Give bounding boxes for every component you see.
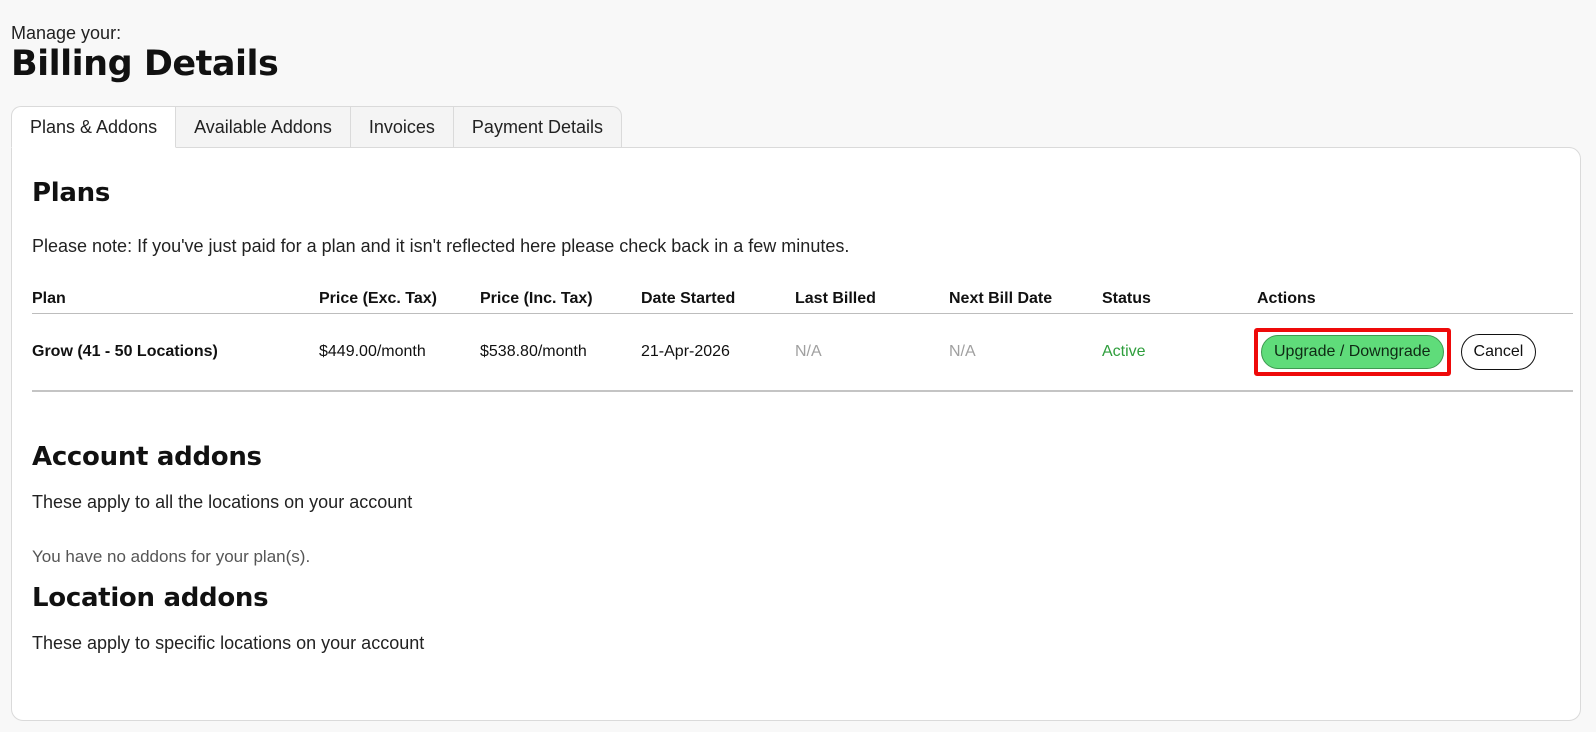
billing-tabs: Plans & Addons Available Addons Invoices… [11,106,622,148]
plans-table: Plan Price (Exc. Tax) Price (Inc. Tax) D… [32,288,1573,392]
plans-table-header: Plan Price (Exc. Tax) Price (Inc. Tax) D… [32,288,1573,314]
column-header-actions: Actions [1257,290,1316,307]
row-actions: Upgrade / Downgrade Cancel [1254,328,1537,376]
column-header-price-exc: Price (Exc. Tax) [319,290,437,307]
plan-name: Grow (41 - 50 Locations) [32,343,218,360]
table-row: Grow (41 - 50 Locations) $449.00/month $… [32,314,1573,392]
tab-invoices[interactable]: Invoices [350,106,454,148]
column-header-plan: Plan [32,290,66,307]
account-addons-empty-message: You have no addons for your plan(s). [32,547,311,566]
location-addons-heading: Location addons [32,583,269,613]
price-inc-tax: $538.80/month [480,343,587,360]
column-header-price-inc: Price (Inc. Tax) [480,290,593,307]
page-header: Manage your: Billing Details [11,22,279,84]
tab-payment-details[interactable]: Payment Details [453,106,622,148]
column-header-last-billed: Last Billed [795,290,876,307]
upgrade-highlight-box: Upgrade / Downgrade [1254,328,1451,376]
tab-plans-addons[interactable]: Plans & Addons [11,106,177,148]
column-header-next-bill-date: Next Bill Date [949,290,1053,307]
location-addons-description: These apply to specific locations on you… [32,633,425,653]
plans-note: Please note: If you've just paid for a p… [32,236,850,256]
plans-addons-panel: Plans Please note: If you've just paid f… [11,147,1581,721]
column-header-status: Status [1102,290,1151,307]
column-header-date-started: Date Started [641,290,736,307]
page-title: Billing Details [11,44,279,84]
price-exc-tax: $449.00/month [319,343,426,360]
account-addons-description: These apply to all the locations on your… [32,492,413,512]
next-bill-date: N/A [949,343,976,360]
date-started: 21-Apr-2026 [641,343,730,360]
plans-heading: Plans [32,178,110,208]
upgrade-downgrade-button[interactable]: Upgrade / Downgrade [1261,335,1444,369]
last-billed: N/A [795,343,822,360]
status-badge: Active [1102,343,1146,360]
billing-page: Manage your: Billing Details Plans & Add… [0,0,1596,732]
cancel-button[interactable]: Cancel [1460,334,1537,370]
account-addons-heading: Account addons [32,442,262,472]
tab-available-addons[interactable]: Available Addons [176,106,351,148]
page-subtitle: Manage your: [11,23,122,43]
